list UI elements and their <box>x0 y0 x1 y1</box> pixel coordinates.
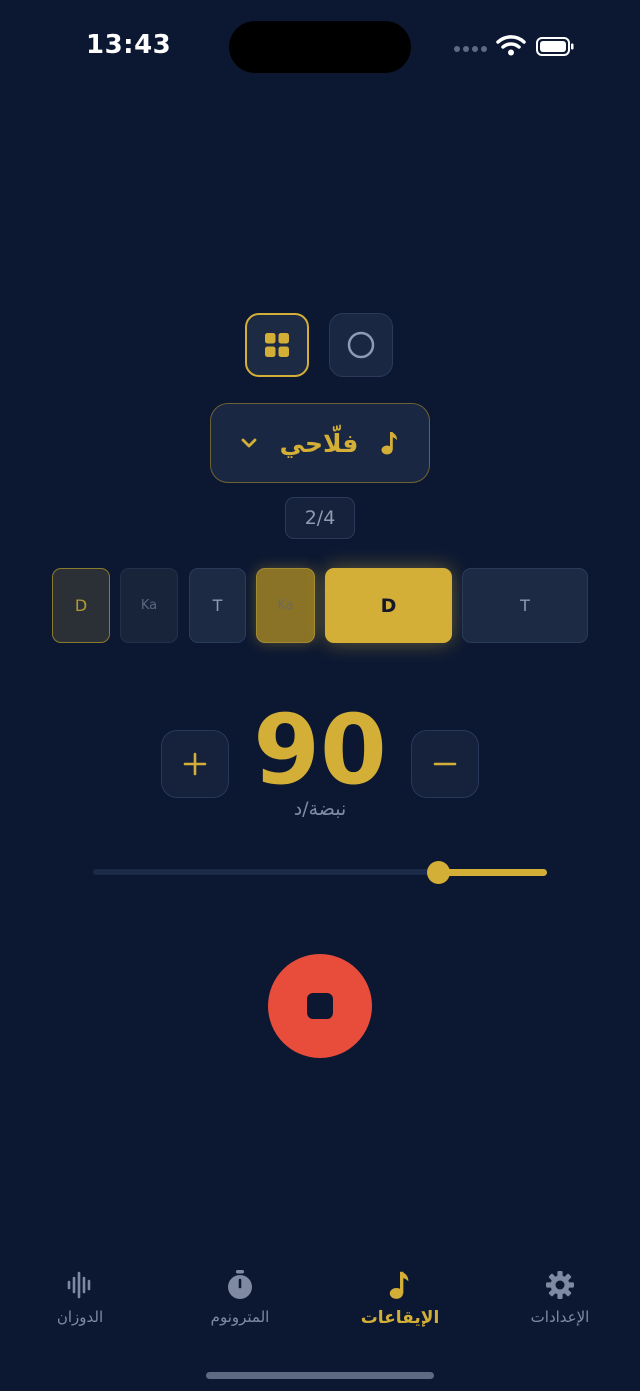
beat-cell[interactable]: D <box>52 568 110 643</box>
stop-button[interactable] <box>268 954 372 1058</box>
tab-label: الدوزان <box>56 1308 104 1326</box>
music-note-icon <box>381 432 398 455</box>
tab-settings[interactable]: الإعدادات <box>500 1268 620 1326</box>
tab-metronome[interactable]: المترونوم <box>180 1268 300 1326</box>
grid-view-button[interactable] <box>245 313 309 377</box>
beat-cell[interactable]: T <box>462 568 588 643</box>
cellular-signal-icon <box>454 44 488 54</box>
beat-label: D <box>74 596 88 615</box>
beat-label: Ka <box>277 598 294 613</box>
tempo-slider-fill <box>438 869 547 876</box>
battery-icon <box>536 37 574 56</box>
circle-view-button[interactable] <box>329 313 393 377</box>
beat-cell[interactable]: T <box>189 568 246 643</box>
beat-label: T <box>520 596 530 615</box>
rhythm-selector[interactable]: فلّاحي <box>210 403 430 483</box>
gear-icon <box>546 1271 574 1299</box>
dynamic-island <box>229 21 411 73</box>
tempo-slider-thumb[interactable] <box>427 861 450 884</box>
time-signature-badge: 2/4 <box>285 497 355 539</box>
tab-rhythms[interactable]: الإيقاعات <box>340 1268 460 1328</box>
plus-icon <box>183 752 207 776</box>
beat-label: T <box>212 596 223 615</box>
music-note-icon <box>389 1271 409 1299</box>
tab-label: الإعدادات <box>530 1308 590 1326</box>
wifi-icon <box>496 35 526 56</box>
beat-cell[interactable]: Ka <box>120 568 178 643</box>
tempo-increase-button[interactable] <box>161 730 229 798</box>
chevron-down-icon <box>241 438 257 448</box>
beat-label: Ka <box>140 598 158 613</box>
beat-label: D <box>380 594 397 617</box>
beat-cell[interactable]: Ka <box>256 568 315 643</box>
rhythm-name: فلّاحي <box>279 428 359 458</box>
grid-icon <box>265 333 289 357</box>
stop-icon <box>307 993 333 1019</box>
waveform-icon <box>67 1271 91 1299</box>
minus-icon <box>433 762 457 766</box>
tempo-decrease-button[interactable] <box>411 730 479 798</box>
status-time: 13:43 <box>86 30 172 60</box>
beat-cell-active[interactable]: D <box>325 568 452 643</box>
tab-tuner[interactable]: الدوزان <box>20 1268 140 1326</box>
tempo-unit: نبضة/د <box>293 798 347 820</box>
tab-label: المترونوم <box>210 1308 270 1326</box>
tempo-value: 90 <box>253 694 387 806</box>
home-indicator <box>206 1372 434 1379</box>
circle-icon <box>347 331 375 359</box>
stopwatch-icon <box>228 1270 252 1299</box>
tab-label: الإيقاعات <box>360 1308 440 1328</box>
